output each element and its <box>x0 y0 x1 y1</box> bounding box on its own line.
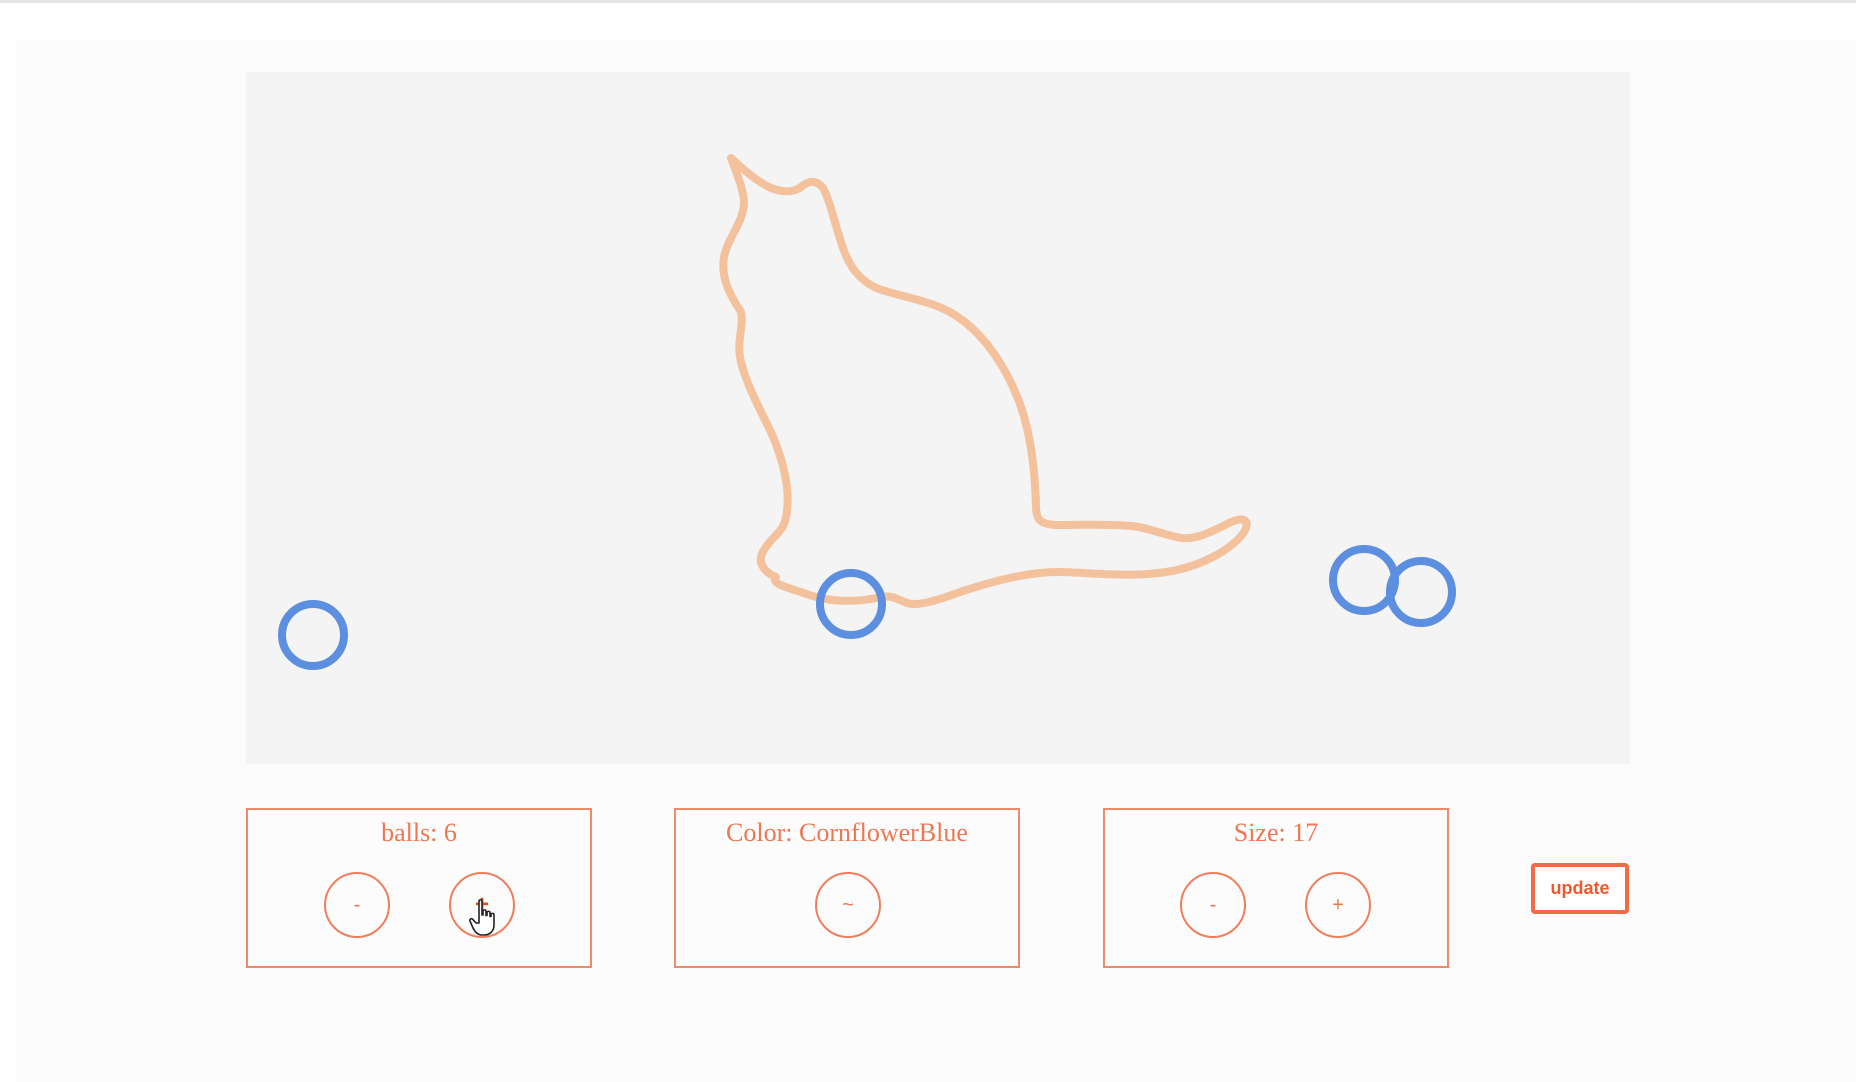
size-increase-button[interactable]: + <box>1305 872 1371 938</box>
cat-outline <box>719 154 1251 608</box>
balls-count-label: balls: 6 <box>381 818 457 847</box>
color-label: Color: CornflowerBlue <box>726 818 968 847</box>
size-decrease-button[interactable]: - <box>1180 872 1246 938</box>
balls-increase-button[interactable]: + <box>449 872 515 938</box>
ball-1 <box>278 600 348 670</box>
drawing-canvas[interactable] <box>246 72 1630 764</box>
size-label: Size: 17 <box>1233 818 1319 847</box>
canvas-svg <box>278 154 1456 670</box>
size-panel: Size: 17 - + <box>1103 808 1449 968</box>
color-panel: Color: CornflowerBlue ~ <box>674 808 1020 968</box>
ball-4 <box>1386 557 1456 627</box>
color-cycle-button[interactable]: ~ <box>815 872 881 938</box>
balls-panel: balls: 6 - + <box>246 808 592 968</box>
top-divider <box>0 0 1856 3</box>
ball-3 <box>1329 545 1399 615</box>
update-button[interactable]: update <box>1531 863 1629 914</box>
balls-decrease-button[interactable]: - <box>324 872 390 938</box>
